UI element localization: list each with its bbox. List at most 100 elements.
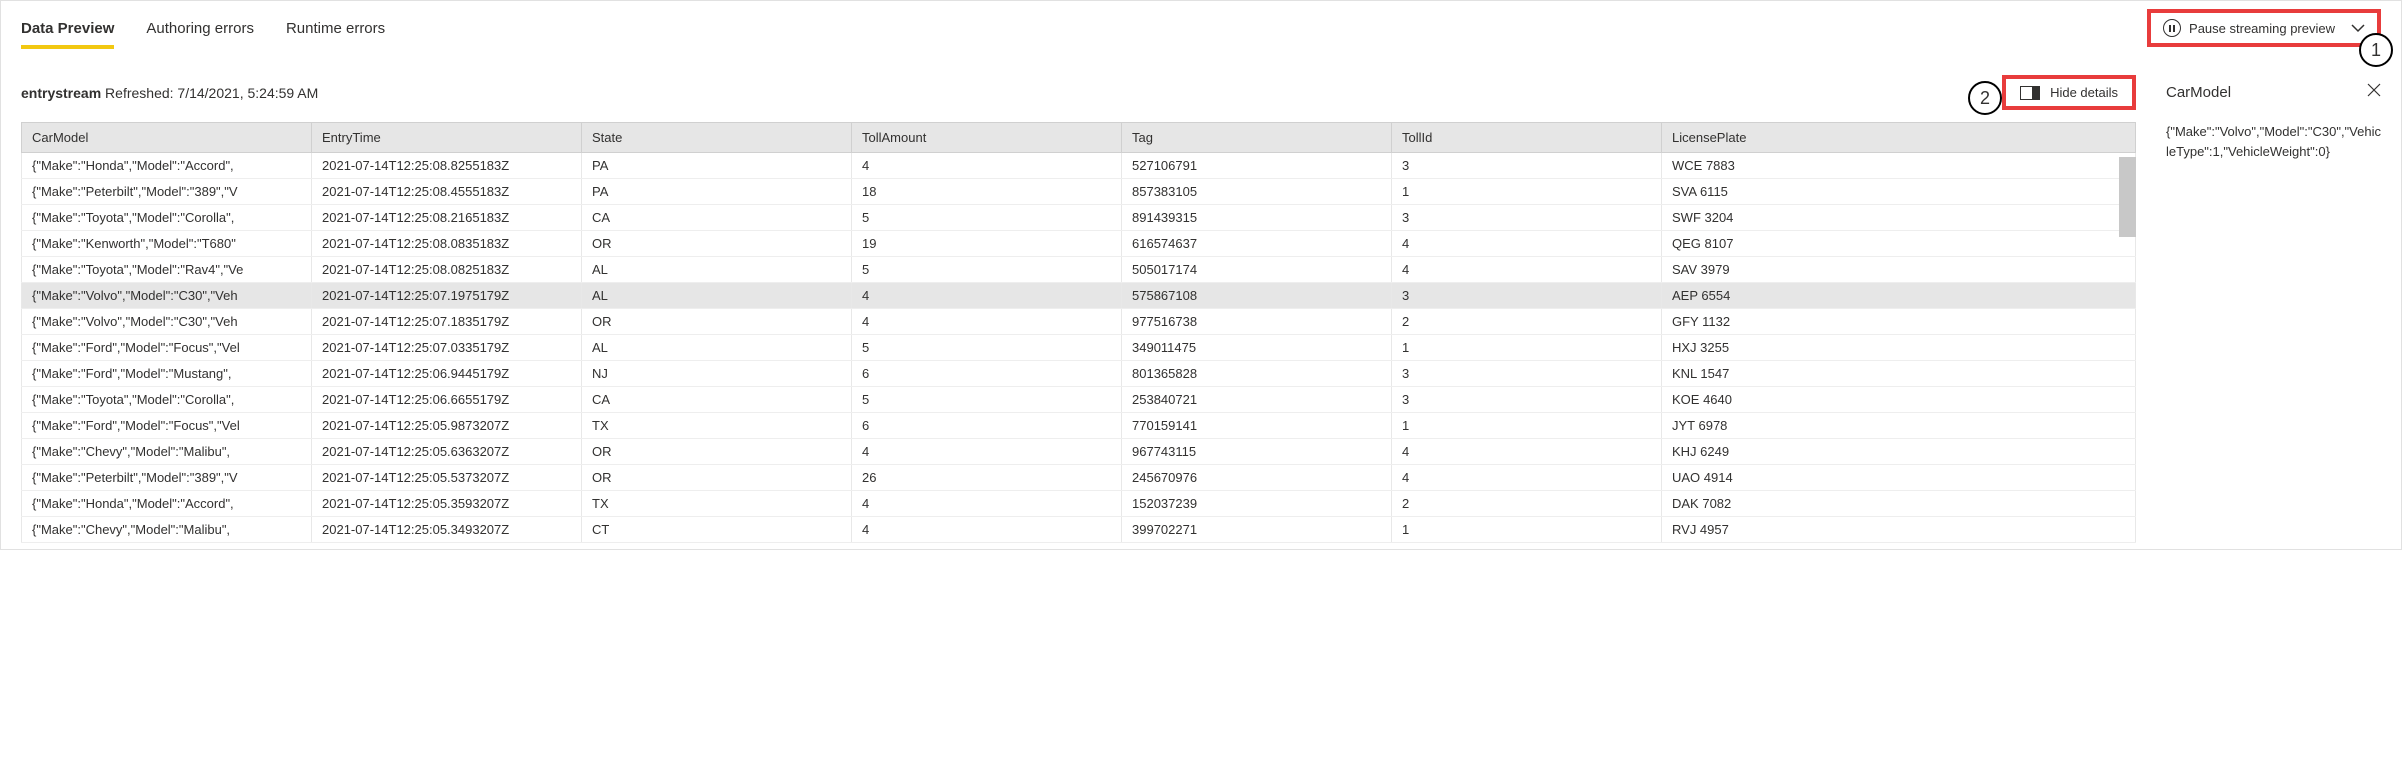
cell-carmodel[interactable]: {"Make":"Ford","Model":"Mustang",: [22, 361, 312, 387]
cell-entrytime[interactable]: 2021-07-14T12:25:08.0835183Z: [312, 231, 582, 257]
tab-authoring-errors[interactable]: Authoring errors: [146, 10, 254, 47]
cell-tollamount[interactable]: 4: [852, 517, 1122, 543]
cell-plate[interactable]: WCE 7883: [1662, 153, 2136, 179]
cell-carmodel[interactable]: {"Make":"Volvo","Model":"C30","Veh: [22, 309, 312, 335]
cell-plate[interactable]: KOE 4640: [1662, 387, 2136, 413]
cell-tollid[interactable]: 2: [1392, 491, 1662, 517]
table-row[interactable]: {"Make":"Honda","Model":"Accord",2021-07…: [22, 153, 2136, 179]
cell-entrytime[interactable]: 2021-07-14T12:25:05.9873207Z: [312, 413, 582, 439]
cell-tollamount[interactable]: 4: [852, 491, 1122, 517]
table-row[interactable]: {"Make":"Toyota","Model":"Corolla",2021-…: [22, 205, 2136, 231]
cell-carmodel[interactable]: {"Make":"Volvo","Model":"C30","Veh: [22, 283, 312, 309]
cell-tag[interactable]: 967743115: [1122, 439, 1392, 465]
cell-entrytime[interactable]: 2021-07-14T12:25:08.4555183Z: [312, 179, 582, 205]
cell-tollamount[interactable]: 26: [852, 465, 1122, 491]
cell-tollid[interactable]: 4: [1392, 231, 1662, 257]
cell-plate[interactable]: HXJ 3255: [1662, 335, 2136, 361]
cell-carmodel[interactable]: {"Make":"Peterbilt","Model":"389","V: [22, 179, 312, 205]
pause-streaming-button[interactable]: Pause streaming preview 1: [2147, 9, 2381, 47]
cell-carmodel[interactable]: {"Make":"Toyota","Model":"Corolla",: [22, 387, 312, 413]
col-header-state[interactable]: State: [582, 123, 852, 153]
cell-state[interactable]: CA: [582, 387, 852, 413]
cell-state[interactable]: AL: [582, 257, 852, 283]
cell-plate[interactable]: KHJ 6249: [1662, 439, 2136, 465]
cell-state[interactable]: PA: [582, 179, 852, 205]
cell-carmodel[interactable]: {"Make":"Toyota","Model":"Corolla",: [22, 205, 312, 231]
cell-entrytime[interactable]: 2021-07-14T12:25:07.1835179Z: [312, 309, 582, 335]
cell-tollamount[interactable]: 5: [852, 257, 1122, 283]
cell-tollid[interactable]: 3: [1392, 153, 1662, 179]
vertical-scrollbar[interactable]: [2119, 157, 2136, 237]
cell-tollid[interactable]: 3: [1392, 205, 1662, 231]
cell-tag[interactable]: 891439315: [1122, 205, 1392, 231]
cell-carmodel[interactable]: {"Make":"Ford","Model":"Focus","Vel: [22, 413, 312, 439]
table-row[interactable]: {"Make":"Peterbilt","Model":"389","V2021…: [22, 465, 2136, 491]
cell-tollid[interactable]: 1: [1392, 517, 1662, 543]
cell-tollid[interactable]: 2: [1392, 309, 1662, 335]
cell-state[interactable]: OR: [582, 465, 852, 491]
cell-tollamount[interactable]: 5: [852, 205, 1122, 231]
cell-plate[interactable]: QEG 8107: [1662, 231, 2136, 257]
cell-plate[interactable]: AEP 6554: [1662, 283, 2136, 309]
cell-state[interactable]: OR: [582, 439, 852, 465]
cell-carmodel[interactable]: {"Make":"Ford","Model":"Focus","Vel: [22, 335, 312, 361]
cell-plate[interactable]: DAK 7082: [1662, 491, 2136, 517]
col-header-licenseplate[interactable]: LicensePlate: [1662, 123, 2136, 153]
cell-tag[interactable]: 616574637: [1122, 231, 1392, 257]
cell-tag[interactable]: 152037239: [1122, 491, 1392, 517]
table-row[interactable]: {"Make":"Volvo","Model":"C30","Veh2021-0…: [22, 309, 2136, 335]
tab-data-preview[interactable]: Data Preview: [21, 10, 114, 47]
cell-entrytime[interactable]: 2021-07-14T12:25:06.6655179Z: [312, 387, 582, 413]
cell-plate[interactable]: GFY 1132: [1662, 309, 2136, 335]
table-row[interactable]: {"Make":"Toyota","Model":"Rav4","Ve2021-…: [22, 257, 2136, 283]
cell-tollid[interactable]: 4: [1392, 439, 1662, 465]
cell-tag[interactable]: 245670976: [1122, 465, 1392, 491]
cell-tollamount[interactable]: 5: [852, 387, 1122, 413]
cell-tollamount[interactable]: 4: [852, 283, 1122, 309]
cell-tollamount[interactable]: 19: [852, 231, 1122, 257]
cell-tollamount[interactable]: 6: [852, 361, 1122, 387]
table-row[interactable]: {"Make":"Volvo","Model":"C30","Veh2021-0…: [22, 283, 2136, 309]
cell-tollid[interactable]: 4: [1392, 257, 1662, 283]
cell-tollamount[interactable]: 4: [852, 309, 1122, 335]
cell-entrytime[interactable]: 2021-07-14T12:25:05.5373207Z: [312, 465, 582, 491]
cell-entrytime[interactable]: 2021-07-14T12:25:05.3493207Z: [312, 517, 582, 543]
cell-entrytime[interactable]: 2021-07-14T12:25:07.0335179Z: [312, 335, 582, 361]
cell-tag[interactable]: 349011475: [1122, 335, 1392, 361]
cell-tollid[interactable]: 3: [1392, 387, 1662, 413]
cell-entrytime[interactable]: 2021-07-14T12:25:08.0825183Z: [312, 257, 582, 283]
cell-tag[interactable]: 801365828: [1122, 361, 1392, 387]
cell-carmodel[interactable]: {"Make":"Toyota","Model":"Rav4","Ve: [22, 257, 312, 283]
cell-carmodel[interactable]: {"Make":"Honda","Model":"Accord",: [22, 153, 312, 179]
cell-entrytime[interactable]: 2021-07-14T12:25:06.9445179Z: [312, 361, 582, 387]
cell-carmodel[interactable]: {"Make":"Honda","Model":"Accord",: [22, 491, 312, 517]
cell-state[interactable]: NJ: [582, 361, 852, 387]
cell-state[interactable]: OR: [582, 309, 852, 335]
table-row[interactable]: {"Make":"Ford","Model":"Focus","Vel2021-…: [22, 413, 2136, 439]
cell-tag[interactable]: 977516738: [1122, 309, 1392, 335]
cell-entrytime[interactable]: 2021-07-14T12:25:08.8255183Z: [312, 153, 582, 179]
cell-entrytime[interactable]: 2021-07-14T12:25:07.1975179Z: [312, 283, 582, 309]
col-header-entrytime[interactable]: EntryTime: [312, 123, 582, 153]
table-row[interactable]: {"Make":"Ford","Model":"Focus","Vel2021-…: [22, 335, 2136, 361]
cell-tollid[interactable]: 4: [1392, 465, 1662, 491]
cell-carmodel[interactable]: {"Make":"Peterbilt","Model":"389","V: [22, 465, 312, 491]
cell-tollid[interactable]: 1: [1392, 335, 1662, 361]
cell-state[interactable]: AL: [582, 335, 852, 361]
cell-tag[interactable]: 575867108: [1122, 283, 1392, 309]
tab-runtime-errors[interactable]: Runtime errors: [286, 10, 385, 47]
cell-tag[interactable]: 527106791: [1122, 153, 1392, 179]
col-header-carmodel[interactable]: CarModel: [22, 123, 312, 153]
cell-tollamount[interactable]: 4: [852, 439, 1122, 465]
table-row[interactable]: {"Make":"Kenworth","Model":"T680"2021-07…: [22, 231, 2136, 257]
table-row[interactable]: {"Make":"Chevy","Model":"Malibu",2021-07…: [22, 517, 2136, 543]
cell-tag[interactable]: 770159141: [1122, 413, 1392, 439]
table-row[interactable]: {"Make":"Ford","Model":"Mustang",2021-07…: [22, 361, 2136, 387]
cell-entrytime[interactable]: 2021-07-14T12:25:05.3593207Z: [312, 491, 582, 517]
cell-tollid[interactable]: 1: [1392, 179, 1662, 205]
col-header-tag[interactable]: Tag: [1122, 123, 1392, 153]
col-header-tollid[interactable]: TollId: [1392, 123, 1662, 153]
cell-state[interactable]: PA: [582, 153, 852, 179]
cell-state[interactable]: CA: [582, 205, 852, 231]
cell-state[interactable]: AL: [582, 283, 852, 309]
